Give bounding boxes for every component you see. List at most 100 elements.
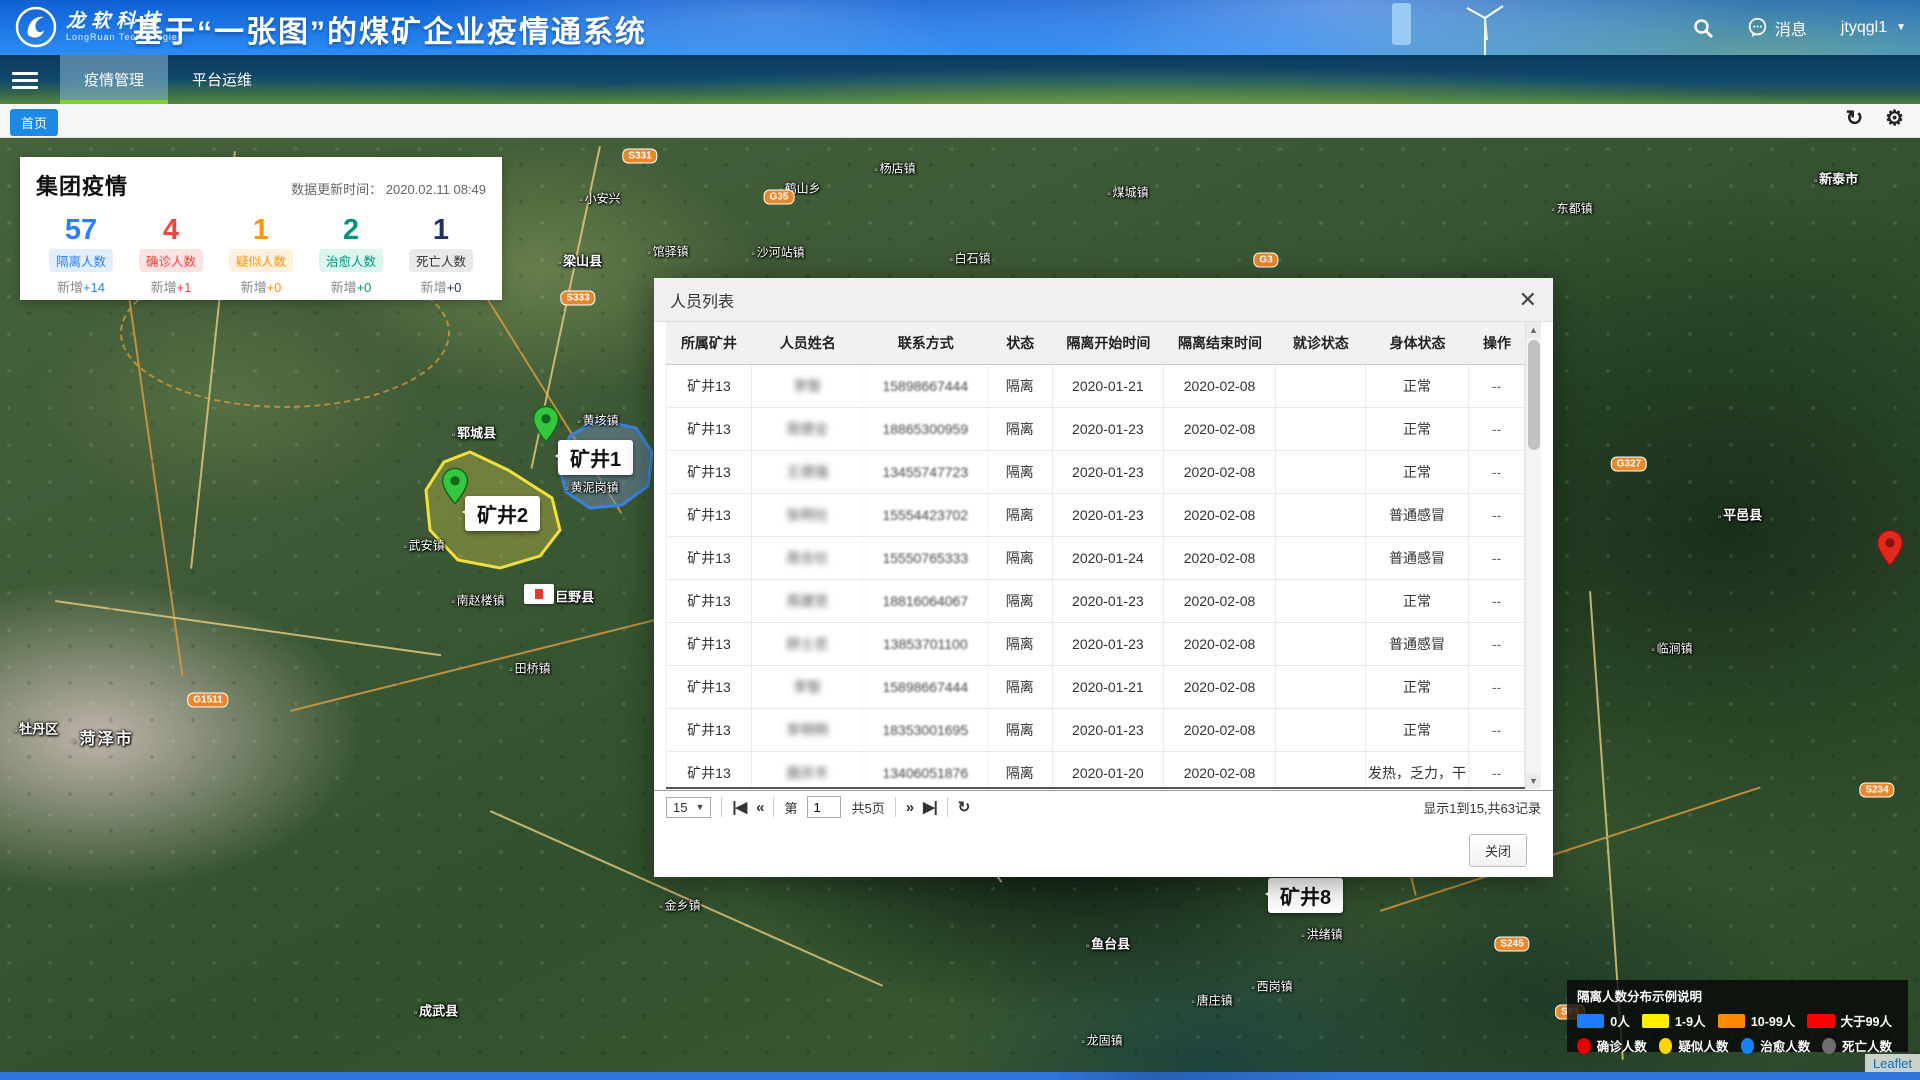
tab-home[interactable]: 首页 (10, 109, 58, 136)
leaflet-attribution[interactable]: Leaflet (1865, 1054, 1920, 1073)
isolation-legend: 隔离人数分布示例说明 0人1-9人10-99人大于99人 确诊人数疑似人数治愈人… (1567, 980, 1908, 1052)
close-button[interactable]: 关闭 (1469, 834, 1527, 867)
table-scrollbar[interactable]: ▲ ▼ (1525, 322, 1541, 789)
legend-range-label: 10-99人 (1751, 1011, 1795, 1030)
search-button[interactable] (1693, 18, 1713, 38)
first-page-button[interactable]: |◀ (732, 798, 746, 816)
table-cell: -- (1469, 451, 1525, 493)
table-row[interactable]: 矿井13周建党18816064067隔离2020-01-232020-02-08… (666, 580, 1525, 623)
personnel-table: 所属矿井人员姓名联系方式状态隔离开始时间隔离结束时间就诊状态身体状态操作 矿井1… (654, 322, 1553, 790)
table-row[interactable]: 矿井13聂庆丰13406051876隔离2020-01-202020-02-08… (666, 752, 1525, 789)
table-cell: 2020-01-21 (1053, 666, 1165, 708)
legend-dot-swatch (1741, 1038, 1755, 1054)
table-cell: 顾士忠 (752, 623, 864, 665)
table-cell: 15898667444 (864, 365, 989, 407)
tab-platform-ops[interactable]: 平台运维 (168, 55, 276, 104)
messages-button[interactable]: 消息 (1747, 16, 1807, 40)
mine-marker-label[interactable]: 矿井1 (558, 440, 633, 475)
map-label-煤城镇: 煤城镇 (1107, 184, 1148, 201)
table-row[interactable]: 矿井13李明明18353001695隔离2020-01-232020-02-08… (666, 709, 1525, 752)
col-header: 身体状态 (1366, 333, 1469, 353)
nav-bar: 疫情管理 平台运维 (0, 55, 1920, 104)
map-label-成武县: 成武县 (414, 1001, 458, 1020)
table-cell: 普通感冒 (1366, 623, 1469, 665)
col-header: 状态 (988, 333, 1052, 353)
map-label-巨野县: 巨野县 (550, 587, 594, 606)
table-row[interactable]: 矿井13李智15898667444隔离2020-01-212020-02-08正… (666, 666, 1525, 709)
legend-dot-label: 治愈人数 (1760, 1036, 1810, 1055)
table-cell: 矿井13 (666, 365, 752, 407)
stat-5: 1死亡人数新增+0 (396, 215, 486, 296)
table-cell: 13406051876 (864, 752, 989, 789)
refresh-icon[interactable]: ↻ (1846, 106, 1864, 131)
page-number-input[interactable] (807, 796, 841, 818)
table-cell: 2020-01-23 (1053, 623, 1165, 665)
map-label-新泰市: 新泰市 (1814, 169, 1858, 188)
mine-marker-label[interactable]: 矿井2 (465, 496, 540, 531)
scrollbar-thumb[interactable] (1528, 340, 1540, 450)
mine-marker-label[interactable]: 矿井8 (1268, 878, 1343, 913)
map-label-东都镇: 东都镇 (1551, 200, 1592, 217)
scroll-up-button[interactable]: ▲ (1526, 322, 1541, 338)
table-cell: 王德强 (752, 451, 864, 493)
alert-pin-icon[interactable] (1877, 529, 1904, 572)
table-cell: 周德全 (752, 408, 864, 450)
gear-icon[interactable]: ⚙ (1885, 106, 1904, 131)
next-page-button[interactable]: » (906, 799, 913, 816)
user-menu[interactable]: jtyqgl1 ▼ (1841, 19, 1906, 37)
table-cell: 2020-01-23 (1053, 451, 1165, 493)
stat-label-pill: 治愈人数 (319, 249, 383, 272)
top-header: 龙软科技 LongRuan Technologies 基于“一张图”的煤矿企业疫… (0, 0, 1920, 55)
table-row[interactable]: 矿井13顾士忠13853701100隔离2020-01-232020-02-08… (666, 623, 1525, 666)
table-cell: 正常 (1366, 451, 1469, 493)
map-label-金乡镇: 金乡镇 (659, 897, 700, 914)
table-cell: 正常 (1366, 666, 1469, 708)
road-badge-S333: S333 (560, 291, 595, 306)
page-size-value: 15 (673, 800, 687, 815)
table-cell: -- (1469, 494, 1525, 536)
table-cell: 矿井13 (666, 580, 752, 622)
table-cell: 13455747723 (864, 451, 989, 493)
chevron-down-icon: ▼ (695, 802, 704, 812)
table-row[interactable]: 矿井13李智15898667444隔离2020-01-212020-02-08正… (666, 365, 1525, 408)
reload-icon[interactable]: ↻ (958, 798, 970, 816)
table-row[interactable]: 矿井13张明社15554423702隔离2020-01-232020-02-08… (666, 494, 1525, 537)
page-size-select[interactable]: 15 ▼ (666, 797, 711, 818)
table-cell (1276, 365, 1366, 407)
stat-value: 4 (126, 215, 216, 245)
table-row[interactable]: 矿井13王德强13455747723隔离2020-01-232020-02-08… (666, 451, 1525, 494)
stat-delta: 新增+0 (306, 277, 396, 296)
table-cell: 矿井13 (666, 752, 752, 789)
app-root: 小安兴鹤山乡煤城镇杨店镇新泰市东都镇馆驿镇沙河站镇白石镇葛石镇梁山县郓城县黄垓镇… (0, 0, 1920, 1080)
tab-epidemic-management[interactable]: 疫情管理 (60, 55, 168, 104)
table-cell: 2020-01-20 (1053, 752, 1165, 789)
table-row[interactable]: 矿井13周德全18865300959隔离2020-01-232020-02-08… (666, 408, 1525, 451)
legend-dot-label: 死亡人数 (1842, 1036, 1892, 1055)
table-cell: 普通感冒 (1366, 537, 1469, 579)
last-page-button[interactable]: ▶| (923, 798, 937, 816)
table-cell (1276, 451, 1366, 493)
table-cell: 13853701100 (864, 623, 989, 665)
table-cell: 2020-02-08 (1164, 580, 1276, 622)
mine-pin-icon[interactable] (533, 405, 560, 448)
map-label-小安兴: 小安兴 (579, 190, 620, 207)
table-cell: 18816064067 (864, 580, 989, 622)
table-row[interactable]: 矿井13周合社15550765333隔离2020-01-242020-02-08… (666, 537, 1525, 580)
modal-title: 人员列表 (670, 288, 734, 312)
table-cell: 2020-02-08 (1164, 451, 1276, 493)
map-label-平邑县: 平邑县 (1718, 505, 1762, 524)
table-cell: 隔离 (988, 623, 1052, 665)
col-header: 所属矿井 (666, 333, 752, 353)
scroll-down-button[interactable]: ▼ (1526, 773, 1541, 789)
menu-toggle-button[interactable] (12, 68, 38, 93)
prev-page-button[interactable]: « (756, 799, 763, 816)
close-icon[interactable]: ✕ (1519, 290, 1537, 310)
legend-range-label: 大于99人 (1841, 1011, 1892, 1030)
legend-range-swatch (1642, 1014, 1669, 1028)
table-cell: 隔离 (988, 580, 1052, 622)
table-cell: 2020-01-24 (1053, 537, 1165, 579)
table-cell: 18353001695 (864, 709, 989, 751)
map-info-box[interactable] (524, 584, 554, 604)
table-cell: -- (1469, 580, 1525, 622)
stat-delta: 新增+0 (216, 277, 306, 296)
